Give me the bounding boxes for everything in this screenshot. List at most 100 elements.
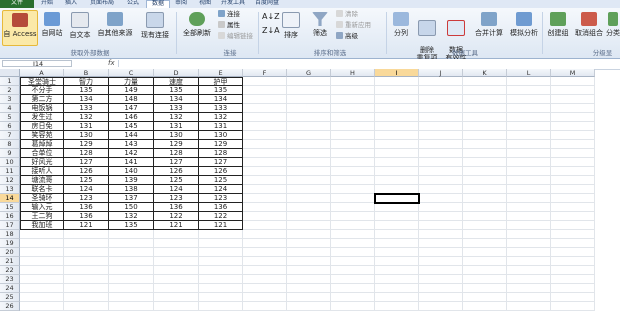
sort-az-icon[interactable]: A↓Z	[262, 12, 280, 21]
cell-E14[interactable]: 123	[199, 194, 243, 203]
cell-D4[interactable]: 133	[154, 104, 199, 113]
cell-L9[interactable]	[507, 149, 551, 158]
cell-E13[interactable]: 124	[199, 185, 243, 194]
cell-I7[interactable]	[375, 131, 419, 140]
cell-K9[interactable]	[463, 149, 507, 158]
cell-L3[interactable]	[507, 95, 551, 104]
cell-F1[interactable]	[243, 77, 287, 86]
cell-M16[interactable]	[551, 212, 595, 221]
cell-B6[interactable]: 131	[64, 122, 109, 131]
cell-F3[interactable]	[243, 95, 287, 104]
sort-button[interactable]: 排序	[280, 10, 302, 44]
cell-L1[interactable]	[507, 77, 551, 86]
cell-H19[interactable]	[331, 239, 375, 248]
cell-A24[interactable]	[20, 284, 64, 293]
cell-B18[interactable]	[64, 230, 109, 239]
row-header-2[interactable]: 2	[0, 86, 20, 95]
cell-A22[interactable]	[20, 266, 64, 275]
cell-K20[interactable]	[463, 248, 507, 257]
cell-L16[interactable]	[507, 212, 551, 221]
cell-M22[interactable]	[551, 266, 595, 275]
cell-B22[interactable]	[64, 266, 109, 275]
cell-J15[interactable]	[419, 203, 463, 212]
cell-D15[interactable]: 136	[154, 203, 199, 212]
cell-C13[interactable]: 138	[109, 185, 154, 194]
cell-J14[interactable]	[419, 194, 463, 203]
cell-A10[interactable]: 好风光	[20, 158, 64, 167]
cell-I17[interactable]	[375, 221, 419, 230]
cell-G7[interactable]	[287, 131, 331, 140]
cell-G11[interactable]	[287, 167, 331, 176]
cell-F17[interactable]	[243, 221, 287, 230]
cell-C11[interactable]: 140	[109, 167, 154, 176]
cell-M17[interactable]	[551, 221, 595, 230]
cell-B21[interactable]	[64, 257, 109, 266]
cell-J22[interactable]	[419, 266, 463, 275]
cell-L12[interactable]	[507, 176, 551, 185]
cell-I18[interactable]	[375, 230, 419, 239]
cell-G24[interactable]	[287, 284, 331, 293]
cell-K6[interactable]	[463, 122, 507, 131]
cell-I22[interactable]	[375, 266, 419, 275]
data-validation-button[interactable]: 数据 有效性	[442, 10, 470, 62]
tab-8[interactable]: 开发工具	[218, 0, 248, 8]
cell-B10[interactable]: 127	[64, 158, 109, 167]
cell-I1[interactable]	[375, 77, 419, 86]
cell-E18[interactable]	[199, 230, 243, 239]
cell-D13[interactable]: 124	[154, 185, 199, 194]
cell-C5[interactable]: 146	[109, 113, 154, 122]
cell-L2[interactable]	[507, 86, 551, 95]
cell-M15[interactable]	[551, 203, 595, 212]
cell-F7[interactable]	[243, 131, 287, 140]
cell-E17[interactable]: 121	[199, 221, 243, 230]
cell-L4[interactable]	[507, 104, 551, 113]
cell-I15[interactable]	[375, 203, 419, 212]
cell-G10[interactable]	[287, 158, 331, 167]
cell-E2[interactable]: 135	[199, 86, 243, 95]
column-header-J[interactable]: J	[419, 69, 463, 77]
from-text-button[interactable]: 自文本	[67, 10, 93, 44]
cell-D23[interactable]	[154, 275, 199, 284]
cell-L20[interactable]	[507, 248, 551, 257]
row-header-11[interactable]: 11	[0, 167, 20, 176]
cell-A23[interactable]	[20, 275, 64, 284]
cell-A3[interactable]: 第二方	[20, 95, 64, 104]
cell-H4[interactable]	[331, 104, 375, 113]
cell-H15[interactable]	[331, 203, 375, 212]
from-access-button[interactable]: 自 Access	[2, 10, 38, 46]
cell-K5[interactable]	[463, 113, 507, 122]
cell-B23[interactable]	[64, 275, 109, 284]
cell-L13[interactable]	[507, 185, 551, 194]
cell-I9[interactable]	[375, 149, 419, 158]
cell-D11[interactable]: 126	[154, 167, 199, 176]
cell-E16[interactable]: 122	[199, 212, 243, 221]
cell-A13[interactable]: 联名卡	[20, 185, 64, 194]
cell-J6[interactable]	[419, 122, 463, 131]
cell-D17[interactable]: 121	[154, 221, 199, 230]
cell-K11[interactable]	[463, 167, 507, 176]
cell-H23[interactable]	[331, 275, 375, 284]
cell-D24[interactable]	[154, 284, 199, 293]
cell-G20[interactable]	[287, 248, 331, 257]
row-header-8[interactable]: 8	[0, 140, 20, 149]
cell-C23[interactable]	[109, 275, 154, 284]
cell-K7[interactable]	[463, 131, 507, 140]
cell-K8[interactable]	[463, 140, 507, 149]
cell-K16[interactable]	[463, 212, 507, 221]
cell-F12[interactable]	[243, 176, 287, 185]
cell-H2[interactable]	[331, 86, 375, 95]
cell-D3[interactable]: 134	[154, 95, 199, 104]
cell-H9[interactable]	[331, 149, 375, 158]
tab-2[interactable]: 插入	[60, 0, 82, 8]
tab-4[interactable]: 公式	[122, 0, 144, 8]
existing-connections-button[interactable]: 现有连接	[138, 10, 172, 44]
cell-C22[interactable]	[109, 266, 154, 275]
row-header-15[interactable]: 15	[0, 203, 20, 212]
cell-E23[interactable]	[199, 275, 243, 284]
cell-H18[interactable]	[331, 230, 375, 239]
cell-J3[interactable]	[419, 95, 463, 104]
tab-9[interactable]: 百度网盘	[250, 0, 284, 8]
cell-G18[interactable]	[287, 230, 331, 239]
column-header-I[interactable]: I	[375, 69, 419, 77]
cell-J1[interactable]	[419, 77, 463, 86]
